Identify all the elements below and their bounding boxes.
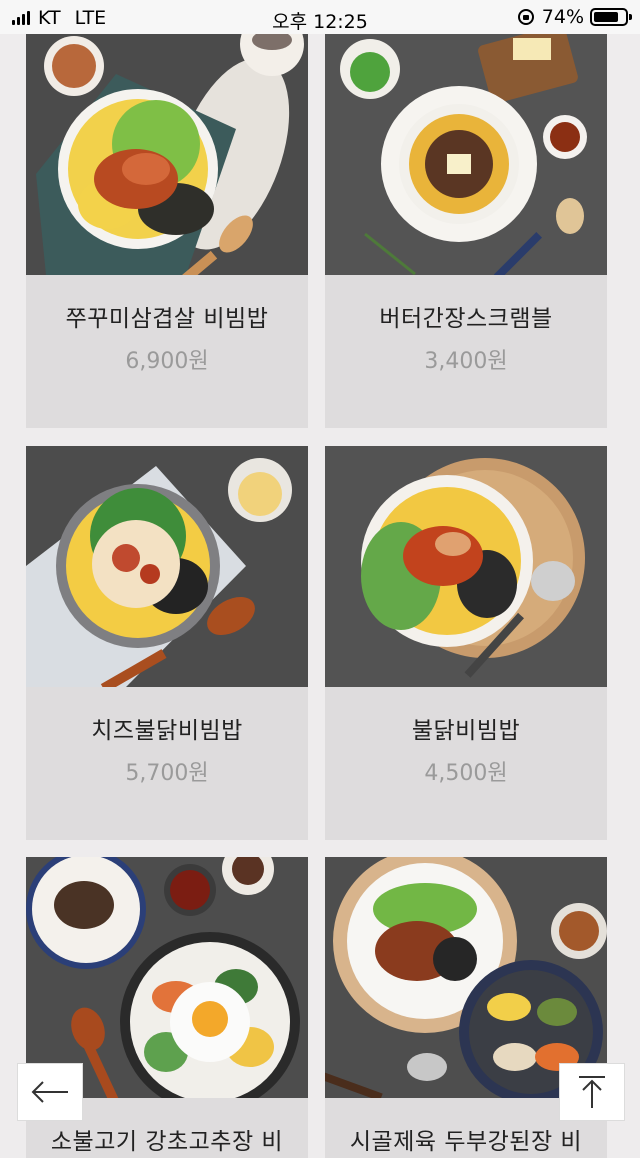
menu-name: 버터간장스크램블 bbox=[379, 306, 553, 332]
arrow-up-icon bbox=[579, 1076, 605, 1108]
menu-price: 6,900원 bbox=[125, 349, 209, 374]
food-photo bbox=[325, 857, 607, 1098]
menu-grid: 쭈꾸미삼겹살 비빔밥 6,900원 버터간장스크램블 3,400원 치즈불닭비빔… bbox=[0, 0, 640, 1158]
menu-price: 5,700원 bbox=[125, 761, 209, 786]
menu-info: 치즈불닭비빔밥 5,700원 bbox=[26, 687, 308, 840]
back-button[interactable] bbox=[17, 1063, 83, 1121]
food-photo bbox=[26, 34, 308, 275]
food-photo bbox=[325, 34, 607, 275]
arrow-left-icon bbox=[31, 1081, 68, 1103]
menu-name: 소불고기 강초고추장 비 bbox=[50, 1129, 284, 1155]
menu-price: 4,500원 bbox=[424, 761, 508, 786]
menu-name: 시골제육 두부강된장 비 bbox=[349, 1129, 583, 1155]
food-photo bbox=[26, 446, 308, 687]
menu-price: 3,400원 bbox=[424, 349, 508, 374]
menu-info: 버터간장스크램블 3,400원 bbox=[325, 275, 607, 428]
food-photo bbox=[325, 446, 607, 687]
food-photo bbox=[26, 857, 308, 1098]
scroll-top-button[interactable] bbox=[559, 1063, 625, 1121]
menu-name: 치즈불닭비빔밥 bbox=[91, 718, 243, 744]
menu-info: 불닭비빔밥 4,500원 bbox=[325, 687, 607, 840]
menu-name: 쭈꾸미삼겹살 비빔밥 bbox=[65, 306, 269, 332]
menu-name: 불닭비빔밥 bbox=[411, 718, 521, 744]
menu-info: 쭈꾸미삼겹살 비빔밥 6,900원 bbox=[26, 275, 308, 428]
